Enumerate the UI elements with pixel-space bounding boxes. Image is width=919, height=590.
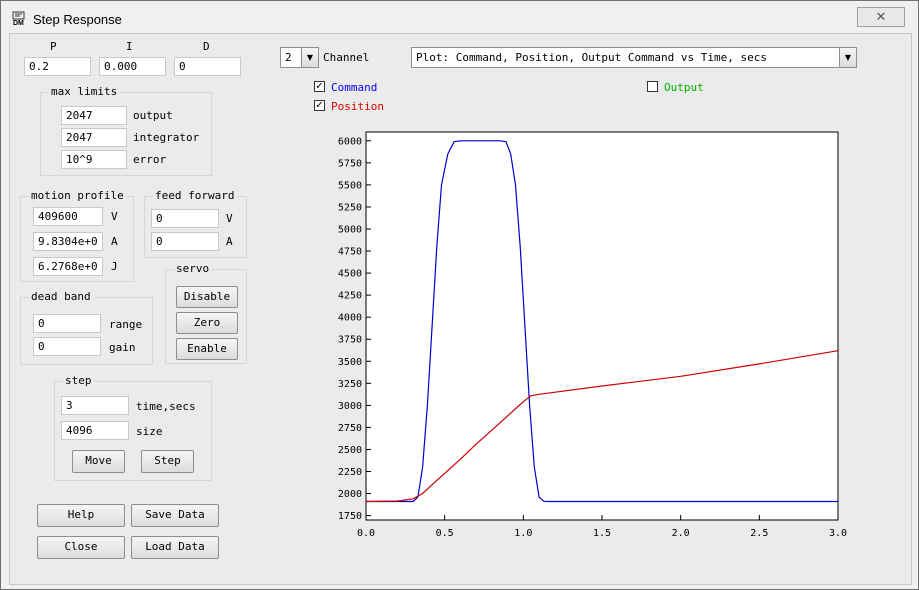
y-tick-label: 2750 xyxy=(338,423,362,434)
profile-v-input[interactable]: 409600 xyxy=(33,207,103,226)
plot-select[interactable]: Plot: Command, Position, Output Command … xyxy=(411,47,857,68)
dead-band-range-label: range xyxy=(109,318,143,331)
plot-select-value: Plot: Command, Position, Output Command … xyxy=(416,51,767,64)
channel-value: 2 xyxy=(285,51,292,64)
title-bar[interactable]: DM Step Response ✕ xyxy=(1,1,918,35)
max-error-label: error xyxy=(133,153,167,166)
ff-v-label: V xyxy=(226,212,233,225)
y-tick-label: 5500 xyxy=(338,180,362,191)
max-limits-title: max limits xyxy=(49,85,120,98)
i-label: I xyxy=(126,40,133,53)
dead-band-title: dead band xyxy=(29,290,93,303)
zero-button[interactable]: Zero xyxy=(176,312,238,334)
window-title: Step Response xyxy=(33,12,122,27)
y-tick-label: 4000 xyxy=(338,313,362,324)
d-label: D xyxy=(203,40,210,53)
client-area: P I D 0.2 0.000 0 max limits 2047 output… xyxy=(9,33,912,585)
app-icon: DM xyxy=(11,11,27,27)
feed-forward-group: feed forward 0 V 0 A xyxy=(144,189,247,258)
max-integrator-label: integrator xyxy=(133,131,200,144)
profile-j-input[interactable]: 6.2768e+0 xyxy=(33,257,103,276)
y-tick-label: 3250 xyxy=(338,379,362,390)
command-checkbox[interactable]: ✓ xyxy=(314,81,325,92)
dead-band-gain-input[interactable]: 0 xyxy=(33,337,101,356)
servo-group: servo Disable Zero Enable xyxy=(165,262,247,364)
profile-a-input[interactable]: 9.8304e+0 xyxy=(33,232,103,251)
y-tick-label: 1750 xyxy=(338,511,362,522)
x-tick-label: 2.5 xyxy=(750,528,768,539)
output-toggle-label: Output xyxy=(664,81,704,94)
servo-title: servo xyxy=(174,262,212,275)
y-tick-label: 4250 xyxy=(338,291,362,302)
dead-band-range-input[interactable]: 0 xyxy=(33,314,101,333)
load-data-button[interactable]: Load Data xyxy=(131,536,219,559)
dead-band-gain-label: gain xyxy=(109,341,136,354)
p-label: P xyxy=(50,40,57,53)
y-tick-label: 2500 xyxy=(338,445,362,456)
app-icon-text: DM xyxy=(13,20,24,27)
move-button[interactable]: Move xyxy=(72,450,125,473)
position-toggle-label: Position xyxy=(331,100,384,113)
enable-button[interactable]: Enable xyxy=(176,338,238,360)
position-checkbox[interactable]: ✓ xyxy=(314,100,325,111)
disable-button[interactable]: Disable xyxy=(176,286,238,308)
ff-v-input[interactable]: 0 xyxy=(151,209,219,228)
max-output-input[interactable]: 2047 xyxy=(61,106,127,125)
y-tick-label: 3750 xyxy=(338,335,362,346)
plot-area xyxy=(365,131,839,521)
ff-a-input[interactable]: 0 xyxy=(151,232,219,251)
max-limits-group: max limits 2047 output 2047 integrator 1… xyxy=(40,85,212,176)
close-window-icon[interactable]: ✕ xyxy=(857,7,905,27)
y-tick-label: 5750 xyxy=(338,158,362,169)
max-output-label: output xyxy=(133,109,173,122)
max-error-input[interactable]: 10^9 xyxy=(61,150,127,169)
i-input[interactable]: 0.000 xyxy=(99,57,166,76)
y-tick-label: 2250 xyxy=(338,467,362,478)
max-integrator-input[interactable]: 2047 xyxy=(61,128,127,147)
channel-label: Channel xyxy=(323,51,370,64)
feed-forward-title: feed forward xyxy=(153,189,237,202)
output-checkbox[interactable] xyxy=(647,81,658,92)
profile-v-label: V xyxy=(111,210,118,223)
x-tick-label: 1.5 xyxy=(593,528,611,539)
help-button[interactable]: Help xyxy=(37,504,125,527)
step-size-input[interactable]: 4096 xyxy=(61,421,129,440)
y-tick-label: 6000 xyxy=(338,136,362,147)
step-size-label: size xyxy=(136,425,163,438)
channel-select[interactable]: 2 ▼ xyxy=(280,47,319,68)
y-tick-label: 5250 xyxy=(338,202,362,213)
save-data-button[interactable]: Save Data xyxy=(131,504,219,527)
x-tick-label: 1.0 xyxy=(514,528,532,539)
profile-a-label: A xyxy=(111,235,118,248)
y-tick-label: 4500 xyxy=(338,269,362,280)
step-response-chart: 1750 2000 2250 2500 2750 3000 3250 3500 3750 4000… xyxy=(338,131,847,539)
motion-profile-group: motion profile 409600 V 9.8304e+0 A 6.27… xyxy=(20,189,134,282)
x-tick-label: 0.5 xyxy=(436,528,454,539)
step-button[interactable]: Step xyxy=(141,450,194,473)
step-time-label: time,secs xyxy=(136,400,196,413)
y-tick-label: 4750 xyxy=(338,247,362,258)
ff-a-label: A xyxy=(226,235,233,248)
p-input[interactable]: 0.2 xyxy=(24,57,91,76)
y-tick-label: 2000 xyxy=(338,489,362,500)
motion-profile-title: motion profile xyxy=(29,189,126,202)
step-title: step xyxy=(63,374,94,387)
step-response-window: DM Step Response ✕ P I D 0.2 0.000 0 max… xyxy=(0,0,919,590)
d-input[interactable]: 0 xyxy=(174,57,241,76)
x-tick-label: 3.0 xyxy=(829,528,847,539)
profile-j-label: J xyxy=(111,260,118,273)
chevron-down-icon[interactable]: ▼ xyxy=(301,48,318,67)
dead-band-group: dead band 0 range 0 gain xyxy=(20,290,153,365)
x-tick-label: 0.0 xyxy=(357,528,375,539)
chevron-down-icon[interactable]: ▼ xyxy=(839,48,856,67)
y-tick-label: 3500 xyxy=(338,357,362,368)
x-tick-label: 2.0 xyxy=(672,528,690,539)
command-toggle-label: Command xyxy=(331,81,378,94)
y-tick-label: 5000 xyxy=(338,225,362,236)
step-group: step 3 time,secs 4096 size Move Step xyxy=(54,374,212,481)
y-tick-label: 3000 xyxy=(338,401,362,412)
step-time-input[interactable]: 3 xyxy=(61,396,129,415)
close-button[interactable]: Close xyxy=(37,536,125,559)
